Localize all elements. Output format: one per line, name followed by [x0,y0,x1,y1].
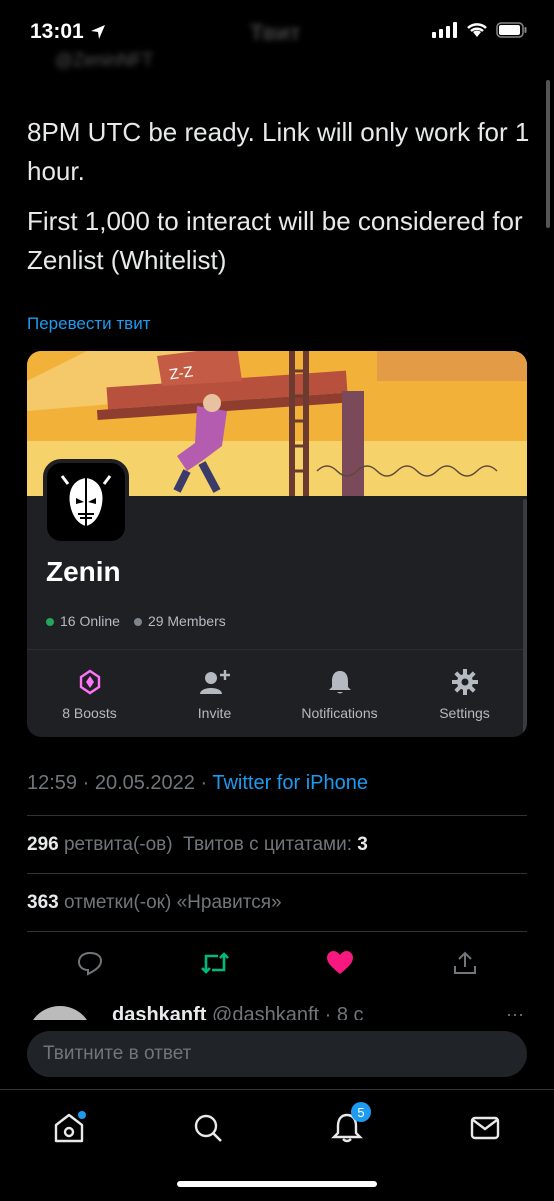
retweet-icon [200,952,229,974]
discord-invite-card[interactable]: Z-Z Zenin 16 Online 29 Members 8 Boosts [27,351,527,737]
add-user-icon [199,670,230,694]
online-dot-icon [46,618,54,627]
page-scrollbar[interactable] [546,80,550,228]
tweet-meta: 12:59 · 20.05.2022 · Twitter for iPhone [27,772,368,795]
member-count: 29 Members [133,613,226,629]
tweet-actions [27,946,527,980]
status-time: 13:01 [30,20,106,44]
online-count: 16 Online [46,613,120,629]
boosts-button[interactable]: 8 Boosts [27,669,152,721]
notifications-button[interactable]: Notifications [277,669,402,721]
card-divider [27,649,527,650]
tweet-text-line-2: First 1,000 to interact will be consider… [27,206,523,275]
server-stats: 16 Online 29 Members [46,613,226,629]
invite-label: Invite [197,705,232,721]
reply-button[interactable] [70,946,110,980]
tab-notifications[interactable]: 5 [327,1102,371,1148]
quotes-label: Твитов с цитатами: [183,834,353,855]
battery-icon [496,22,527,38]
retweet-button[interactable] [195,946,235,980]
notifications-badge: 5 [351,1102,371,1122]
gear-icon [451,669,478,695]
divider [27,815,527,816]
translate-link[interactable]: Перевести твит [27,314,150,334]
share-icon [453,951,476,974]
bell-icon [328,671,351,694]
server-name: Zenin [46,556,121,587]
like-button[interactable] [320,946,360,980]
card-scrollbar[interactable] [523,499,527,734]
reply-icon [77,951,102,976]
reply-author: dashkanft @dashkanft · 8 с [112,1004,364,1020]
member-dot-icon [133,618,142,627]
boosts-label: 8 Boosts [62,705,117,721]
tab-home[interactable] [49,1108,89,1148]
home-indicator [177,1181,377,1187]
wifi-icon [467,23,487,37]
quotes-count: 3 [357,834,368,855]
boost-icon [79,669,100,695]
svg-text:Z-Z: Z-Z [168,364,194,383]
reply-author-name: dashkanft [112,1004,207,1020]
reply-input[interactable]: Твитните в ответ [27,1031,527,1077]
retweet-count: 296 [27,834,59,855]
location-arrow-icon [90,25,105,39]
like-count: 363 [27,892,59,913]
more-options-icon[interactable]: ··· [506,1004,524,1020]
tweet-source-link[interactable]: Twitter for iPhone [212,772,368,794]
reply-preview[interactable]: dashkanft @dashkanft · 8 с ··· [0,992,554,1020]
heart-icon [326,951,353,974]
tab-search[interactable] [188,1108,228,1148]
notifications-label: Notifications [301,705,378,721]
like-stats[interactable]: 363 отметки(-ок) «Нравится» [27,892,282,914]
home-icon [54,1111,86,1143]
divider [27,873,527,874]
samurai-mask-icon [60,475,112,526]
tweet-text-line-1: 8PM UTC be ready. Link will only work fo… [27,117,530,186]
share-button[interactable] [445,946,485,980]
retweet-label: ретвита(-ов) [63,834,173,855]
reply-author-handle: @dashkanft · 8 с [212,1004,364,1020]
signal-icon [432,22,457,38]
server-icon [43,459,129,545]
invite-button[interactable]: Invite [152,669,277,721]
tab-messages[interactable] [465,1108,505,1148]
author-handle[interactable]: @ZeninNFT [55,50,153,71]
header-title: Твит [250,20,301,45]
status-icons [432,22,528,38]
retweet-stats[interactable]: 296 ретвита(-ов) Твитов с цитатами: 3 [27,834,368,856]
divider [27,931,527,932]
mail-icon [470,1116,500,1140]
like-label: отметки(-ок) «Нравится» [63,892,282,913]
settings-label: Settings [439,705,490,721]
settings-button[interactable]: Settings [402,669,527,721]
server-actions: 8 Boosts Invite Notifications Settings [27,669,527,721]
reply-placeholder: Твитните в ответ [43,1043,192,1064]
avatar[interactable] [27,1006,93,1020]
tweet-timestamp: 12:59 · 20.05.2022 · [27,772,208,794]
search-icon [194,1114,222,1142]
